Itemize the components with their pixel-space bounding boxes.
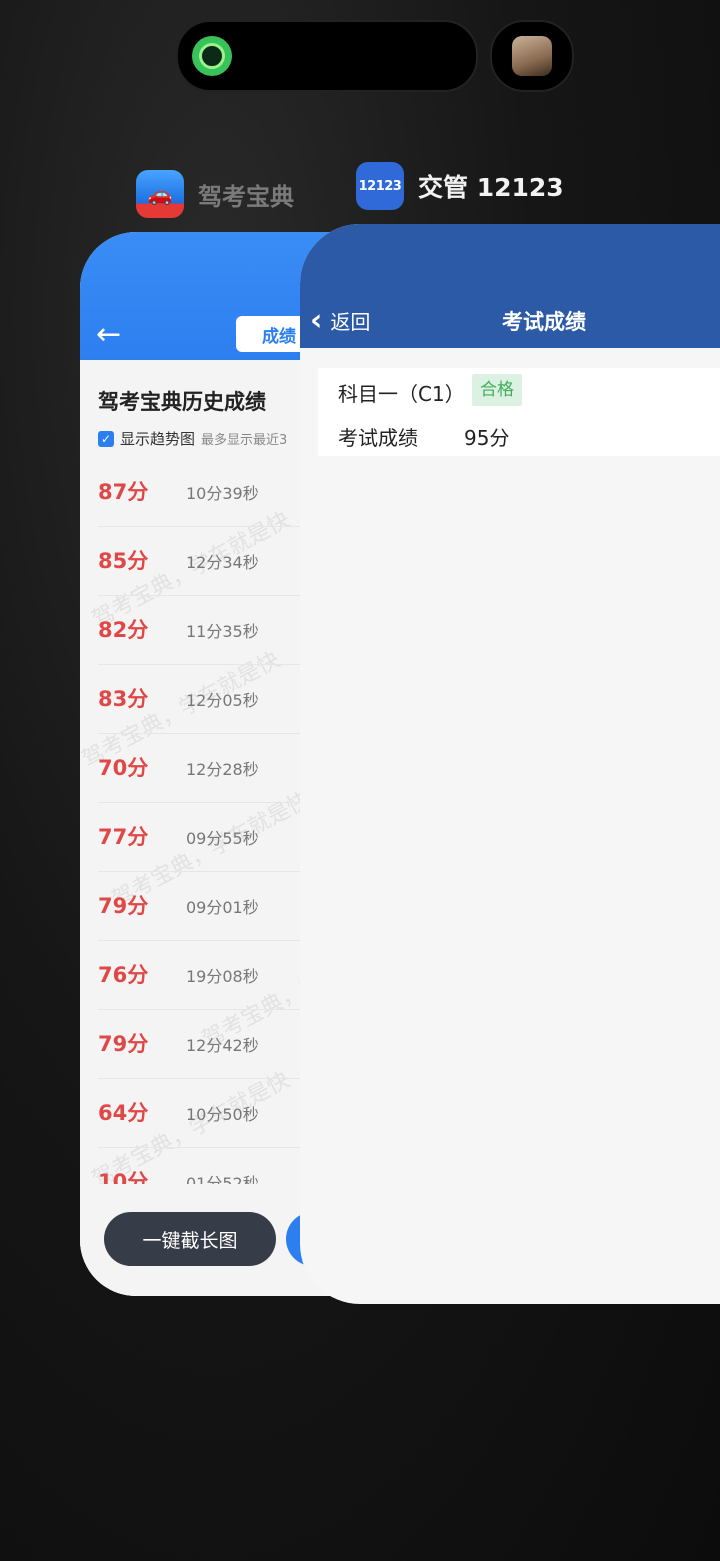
jg-header: ‹ 返回 考试成绩	[300, 224, 720, 348]
record-score: 76分	[98, 963, 149, 987]
record-score: 85分	[98, 549, 149, 573]
record-score: 82分	[98, 618, 149, 642]
record-score: 64分	[98, 1101, 149, 1125]
record-score: 70分	[98, 756, 149, 780]
trend-toggle[interactable]: ✓ 显示趋势图 最多显示最近3	[98, 428, 287, 449]
jg12123-app-icon: 12123	[356, 162, 404, 210]
record-time: 19分08秒	[186, 967, 259, 986]
record-time: 10分39秒	[186, 484, 259, 503]
back-label: 返回	[330, 310, 371, 334]
record-time: 12分05秒	[186, 691, 259, 710]
record-score: 83分	[98, 687, 149, 711]
record-time: 09分01秒	[186, 898, 259, 917]
jg-icon-text: 12123	[358, 178, 402, 194]
page-title: 考试成绩	[502, 310, 586, 334]
dynamic-island[interactable]	[176, 20, 478, 92]
car-icon: 🚗	[147, 182, 173, 206]
status-badge: 合格	[472, 374, 522, 406]
record-score: 77分	[98, 825, 149, 849]
dynamic-island-secondary[interactable]	[490, 20, 574, 92]
app-label-jg[interactable]: 12123 交管 12123	[356, 162, 564, 210]
app-label-jkbd[interactable]: 🚗 驾考宝典	[136, 170, 294, 218]
record-time: 10分50秒	[186, 1105, 259, 1124]
history-title: 驾考宝典历史成绩	[98, 390, 266, 414]
record-time: 09分55秒	[186, 829, 259, 848]
exam-result-card[interactable]: 科目一（C1） 合格 考试成绩 95分	[318, 368, 720, 456]
app-name-jkbd: 驾考宝典	[198, 182, 294, 211]
back-button[interactable]: ‹ 返回	[310, 302, 371, 338]
record-time: 11分35秒	[186, 622, 259, 641]
app-card-jg12123[interactable]: ‹ 返回 考试成绩 科目一（C1） 合格 考试成绩 95分	[300, 224, 720, 1304]
chevron-left-icon: ‹	[310, 302, 323, 338]
back-arrow-icon[interactable]: ←	[96, 320, 121, 350]
checkbox-checked-icon[interactable]: ✓	[98, 430, 114, 447]
score-value: 95分	[464, 426, 510, 450]
music-app-icon[interactable]	[192, 36, 232, 76]
record-time: 12分42秒	[186, 1036, 259, 1055]
trend-hint: 最多显示最近3	[201, 433, 288, 448]
screenshot-long-button[interactable]: 一键截长图	[104, 1212, 276, 1266]
record-time: 12分34秒	[186, 553, 259, 572]
trend-label: 显示趋势图	[120, 430, 196, 448]
jkbd-app-icon: 🚗	[136, 170, 184, 218]
record-score: 79分	[98, 1032, 149, 1056]
exam-subject: 科目一（C1）	[338, 382, 465, 406]
avatar	[512, 36, 552, 76]
score-label: 考试成绩	[338, 426, 418, 450]
app-name-jg: 交管 12123	[418, 173, 564, 202]
record-time: 12分28秒	[186, 760, 259, 779]
record-score: 87分	[98, 480, 149, 504]
record-score: 79分	[98, 894, 149, 918]
